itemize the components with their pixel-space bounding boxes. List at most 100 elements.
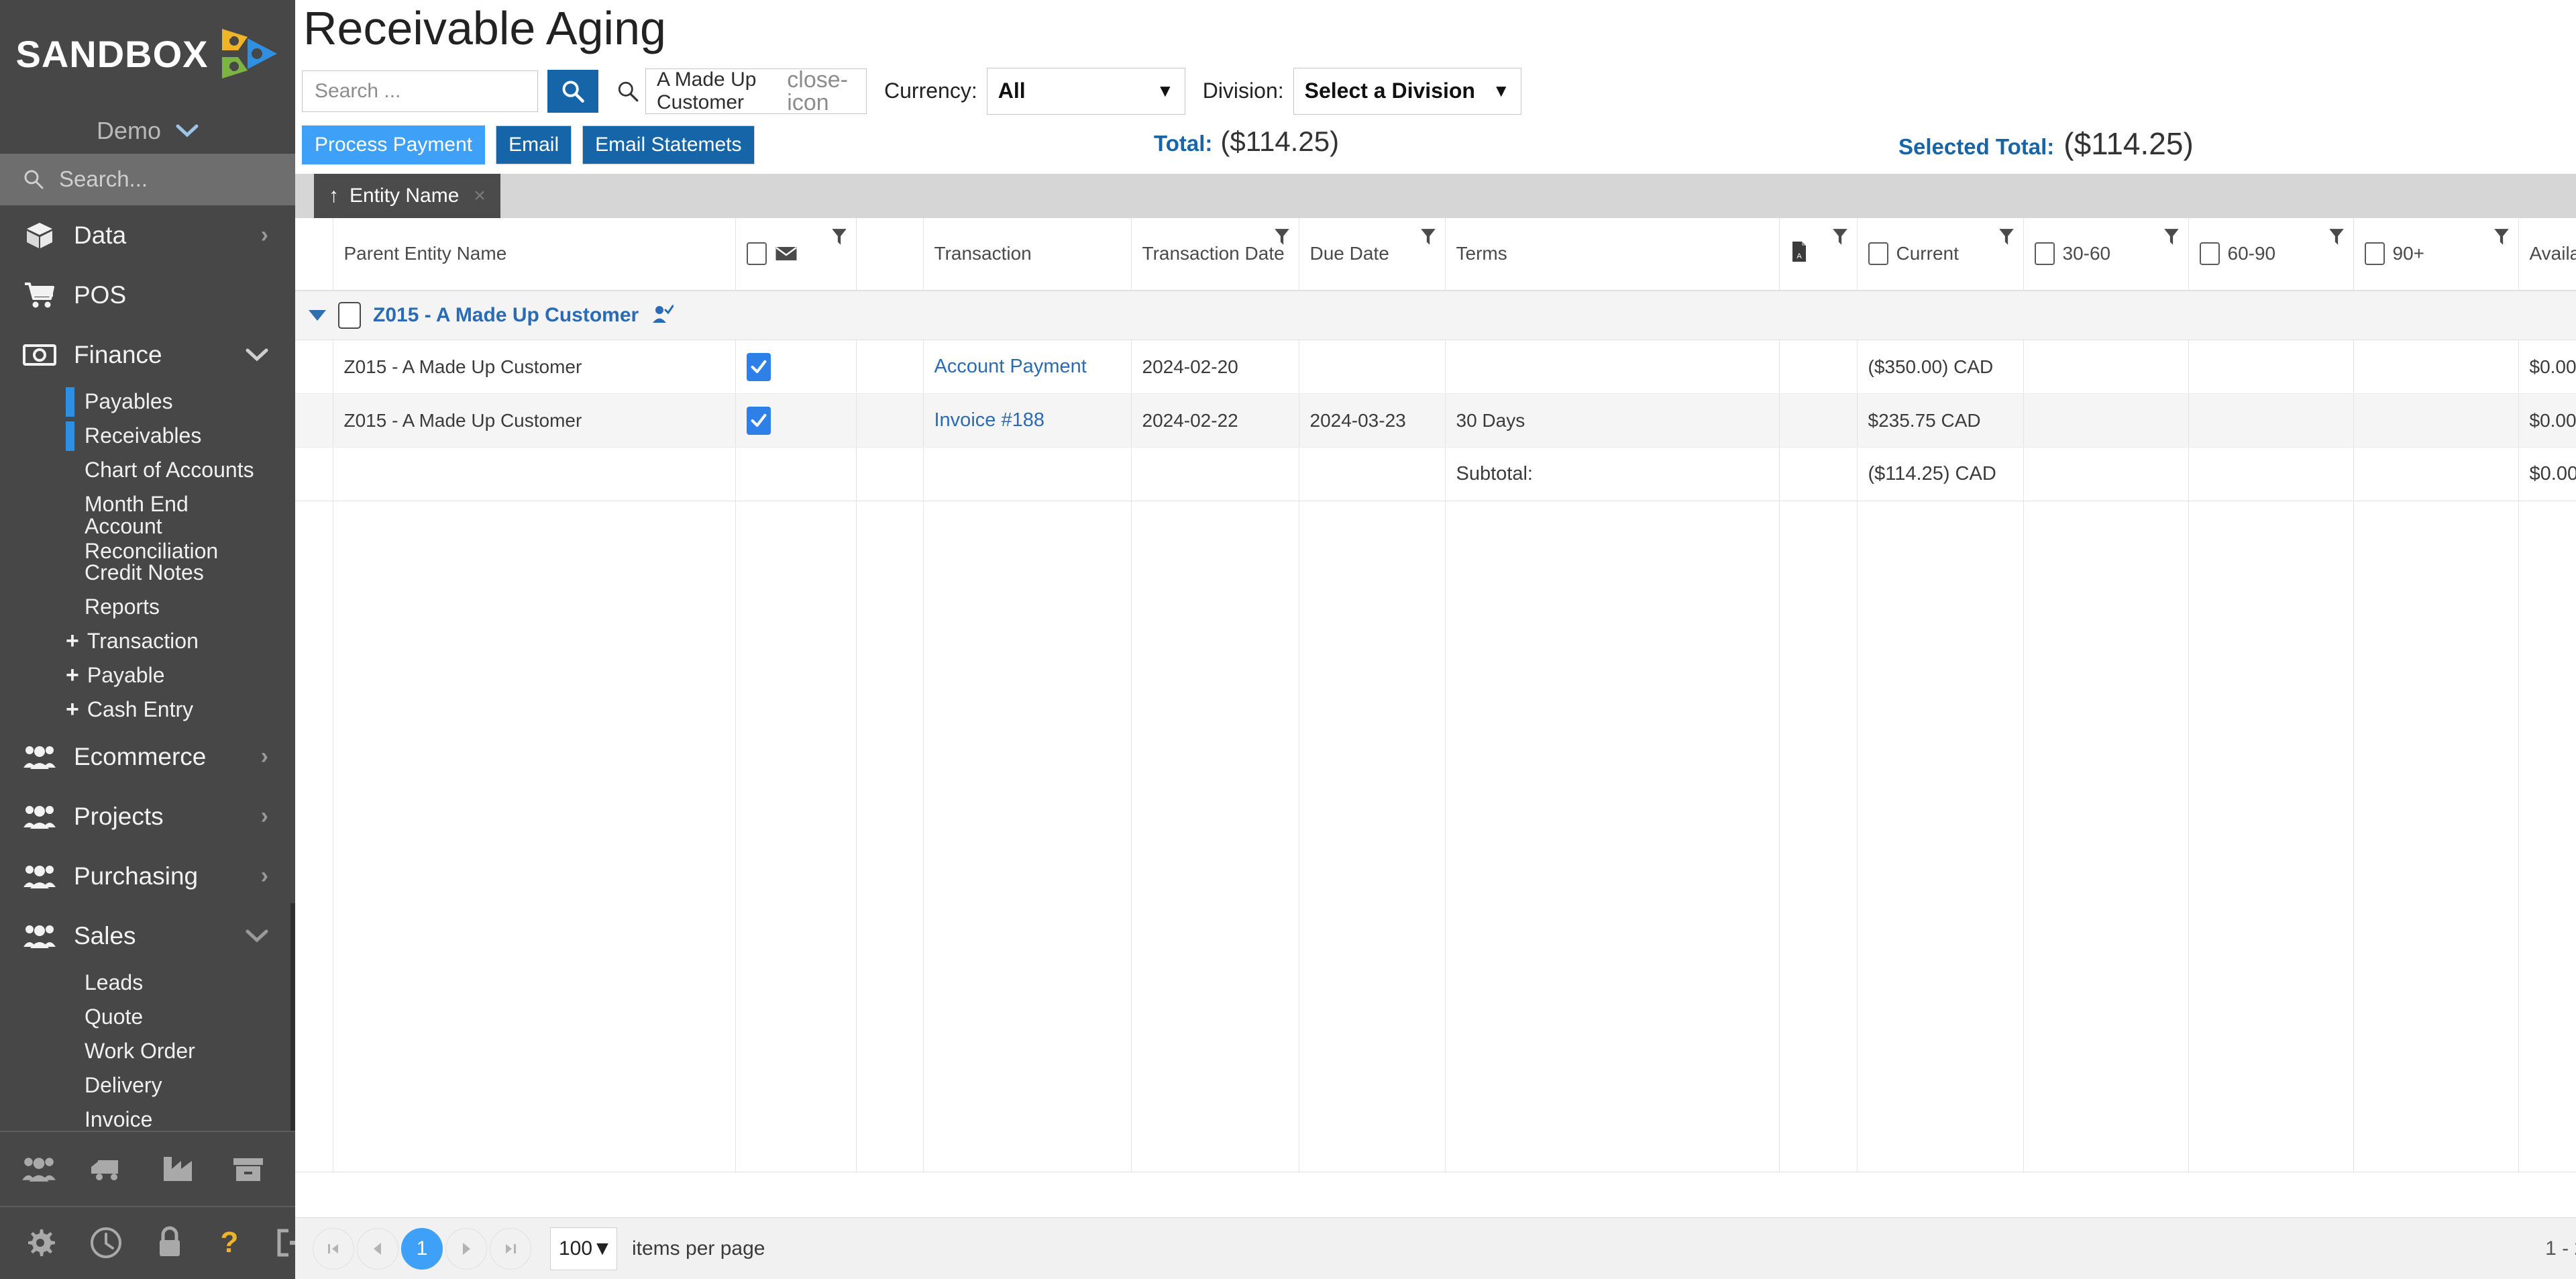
table-row[interactable]: Z015 - A Made Up Customer Account Paymen…: [295, 340, 2576, 394]
close-icon[interactable]: ×: [474, 185, 486, 207]
sidebar-item-invoice[interactable]: Invoice: [0, 1103, 295, 1131]
col-current[interactable]: Current: [1857, 217, 2024, 291]
filter-icon[interactable]: [1831, 227, 1849, 246]
current-column-checkbox[interactable]: [1868, 242, 1888, 265]
person-check-icon[interactable]: [651, 304, 674, 327]
process-payment-button[interactable]: Process Payment: [302, 125, 486, 164]
sidebar-item-projects[interactable]: Projects ›: [0, 786, 295, 846]
sidebar-item-account-reconciliation[interactable]: Account Reconciliation: [0, 514, 295, 563]
cell-pdf[interactable]: [1779, 340, 1858, 394]
col-transaction-date[interactable]: Transaction Date: [1131, 217, 1299, 291]
sidebar-item-leads[interactable]: Leads: [0, 966, 295, 1000]
truck-icon[interactable]: [90, 1150, 127, 1188]
col-60-90[interactable]: 60-90: [2188, 217, 2354, 291]
sidebar-item-add-transaction[interactable]: + Transaction: [0, 624, 295, 658]
sidebar-item-payables[interactable]: Payables: [0, 385, 295, 419]
entity-filter-chip[interactable]: A Made Up Customer close-icon: [645, 68, 867, 114]
bucket-90-plus-checkbox[interactable]: [2364, 242, 2385, 265]
col-pdf[interactable]: A: [1779, 217, 1858, 291]
group-row-label[interactable]: Z015 - A Made Up Customer: [373, 304, 639, 327]
grid-group-row[interactable]: Z015 - A Made Up Customer: [295, 290, 2576, 340]
filter-icon[interactable]: [1998, 227, 2015, 246]
help-icon[interactable]: ?: [216, 1224, 243, 1262]
col-label: Parent Entity Name: [343, 243, 507, 264]
filter-icon[interactable]: [830, 227, 848, 246]
sidebar-item-delivery[interactable]: Delivery: [0, 1068, 295, 1103]
group-subtotal-row: Subtotal: ($114.25) CAD $0.00 CAD: [295, 447, 2576, 501]
gear-icon[interactable]: [23, 1224, 58, 1262]
col-select[interactable]: [735, 217, 857, 291]
page-size-select[interactable]: 100 ▼: [550, 1227, 617, 1270]
cell-transaction[interactable]: Account Payment: [923, 340, 1132, 394]
people-icon[interactable]: [20, 1150, 58, 1188]
sidebar-item-reports[interactable]: Reports: [0, 590, 295, 624]
cell-select[interactable]: [735, 393, 857, 448]
group-select-checkbox[interactable]: [338, 301, 361, 329]
prev-page-button[interactable]: [357, 1227, 398, 1270]
archive-icon[interactable]: [229, 1150, 267, 1188]
entity-search-icon[interactable]: [610, 80, 645, 103]
sidebar-item-sales[interactable]: Sales: [0, 906, 295, 966]
col-available-discount[interactable]: Available Discount: [2518, 217, 2576, 291]
currency-select[interactable]: All ▼: [986, 67, 1185, 115]
last-page-button[interactable]: [490, 1227, 531, 1270]
main-content: Receivable Aging Search ... A Made Up Cu…: [295, 0, 2576, 1279]
bucket-30-60-checkbox[interactable]: [2034, 242, 2055, 265]
sidebar-item-data[interactable]: Data ›: [0, 205, 295, 265]
filter-icon[interactable]: [1273, 227, 1291, 246]
transaction-link[interactable]: Invoice #188: [934, 409, 1044, 431]
sidebar-scrollbar[interactable]: [290, 903, 295, 1131]
app-logo[interactable]: SANDBOX: [0, 0, 295, 108]
sidebar-item-chart-of-accounts[interactable]: Chart of Accounts: [0, 453, 295, 487]
sidebar-item-finance[interactable]: Finance: [0, 325, 295, 385]
sidebar-item-work-order[interactable]: Work Order: [0, 1034, 295, 1068]
sidebar-item-quote[interactable]: Quote: [0, 1000, 295, 1034]
sidebar-item-add-cash-entry[interactable]: + Cash Entry: [0, 693, 295, 727]
plus-icon: +: [66, 697, 79, 723]
filter-icon[interactable]: [2328, 227, 2345, 246]
col-parent-entity-name[interactable]: Parent Entity Name: [333, 217, 736, 291]
page-number-1[interactable]: 1: [401, 1227, 443, 1270]
col-due-date[interactable]: Due Date: [1299, 217, 1446, 291]
row-checkbox[interactable]: [746, 352, 771, 381]
filter-icon[interactable]: [1419, 227, 1437, 246]
sidebar-item-purchasing[interactable]: Purchasing ›: [0, 846, 295, 906]
group-by-chip-entity-name[interactable]: ↑ Entity Name ×: [314, 173, 500, 218]
filter-icon[interactable]: [2163, 227, 2180, 246]
sidebar-item-ecommerce[interactable]: Ecommerce ›: [0, 727, 295, 786]
col-terms[interactable]: Terms: [1445, 217, 1780, 291]
sidebar-search[interactable]: Search...: [0, 153, 295, 206]
lock-icon[interactable]: [154, 1224, 185, 1262]
sidebar-subitem-label: Reports: [85, 595, 160, 619]
sidebar-item-credit-notes[interactable]: Credit Notes: [0, 556, 295, 590]
col-30-60[interactable]: 30-60: [2023, 217, 2189, 291]
email-statements-button[interactable]: Email Statemets: [582, 125, 755, 164]
row-checkbox[interactable]: [746, 406, 771, 435]
factory-icon[interactable]: [160, 1150, 197, 1188]
cell-terms: [1445, 340, 1780, 394]
cell-pdf[interactable]: [1779, 393, 1858, 448]
triangle-down-icon[interactable]: [309, 309, 326, 321]
division-select[interactable]: Select a Division ▼: [1293, 67, 1521, 115]
table-row[interactable]: Z015 - A Made Up Customer Invoice #188 2…: [295, 393, 2576, 448]
clock-icon[interactable]: [89, 1224, 123, 1262]
search-input[interactable]: Search ...: [302, 70, 538, 112]
filter-icon[interactable]: [2493, 227, 2510, 246]
cell-select[interactable]: [735, 340, 857, 394]
select-all-checkbox[interactable]: [746, 242, 767, 265]
col-90-plus[interactable]: 90+: [2353, 217, 2519, 291]
bucket-60-90-checkbox[interactable]: [2199, 242, 2220, 265]
next-page-button[interactable]: [445, 1227, 487, 1270]
sidebar-subitem-label: Transaction: [87, 629, 199, 654]
sidebar-item-receivables[interactable]: Receivables: [0, 419, 295, 453]
transaction-link[interactable]: Account Payment: [934, 356, 1087, 377]
org-switcher[interactable]: Demo: [0, 108, 295, 154]
search-button[interactable]: [547, 69, 598, 113]
sidebar-item-pos[interactable]: POS: [0, 265, 295, 325]
close-icon[interactable]: close-icon: [787, 68, 857, 114]
cell-transaction[interactable]: Invoice #188: [923, 393, 1132, 448]
first-page-button[interactable]: [313, 1227, 354, 1270]
col-transaction[interactable]: Transaction: [923, 217, 1132, 291]
sidebar-item-add-payable[interactable]: + Payable: [0, 658, 295, 693]
email-button[interactable]: Email: [496, 125, 572, 164]
